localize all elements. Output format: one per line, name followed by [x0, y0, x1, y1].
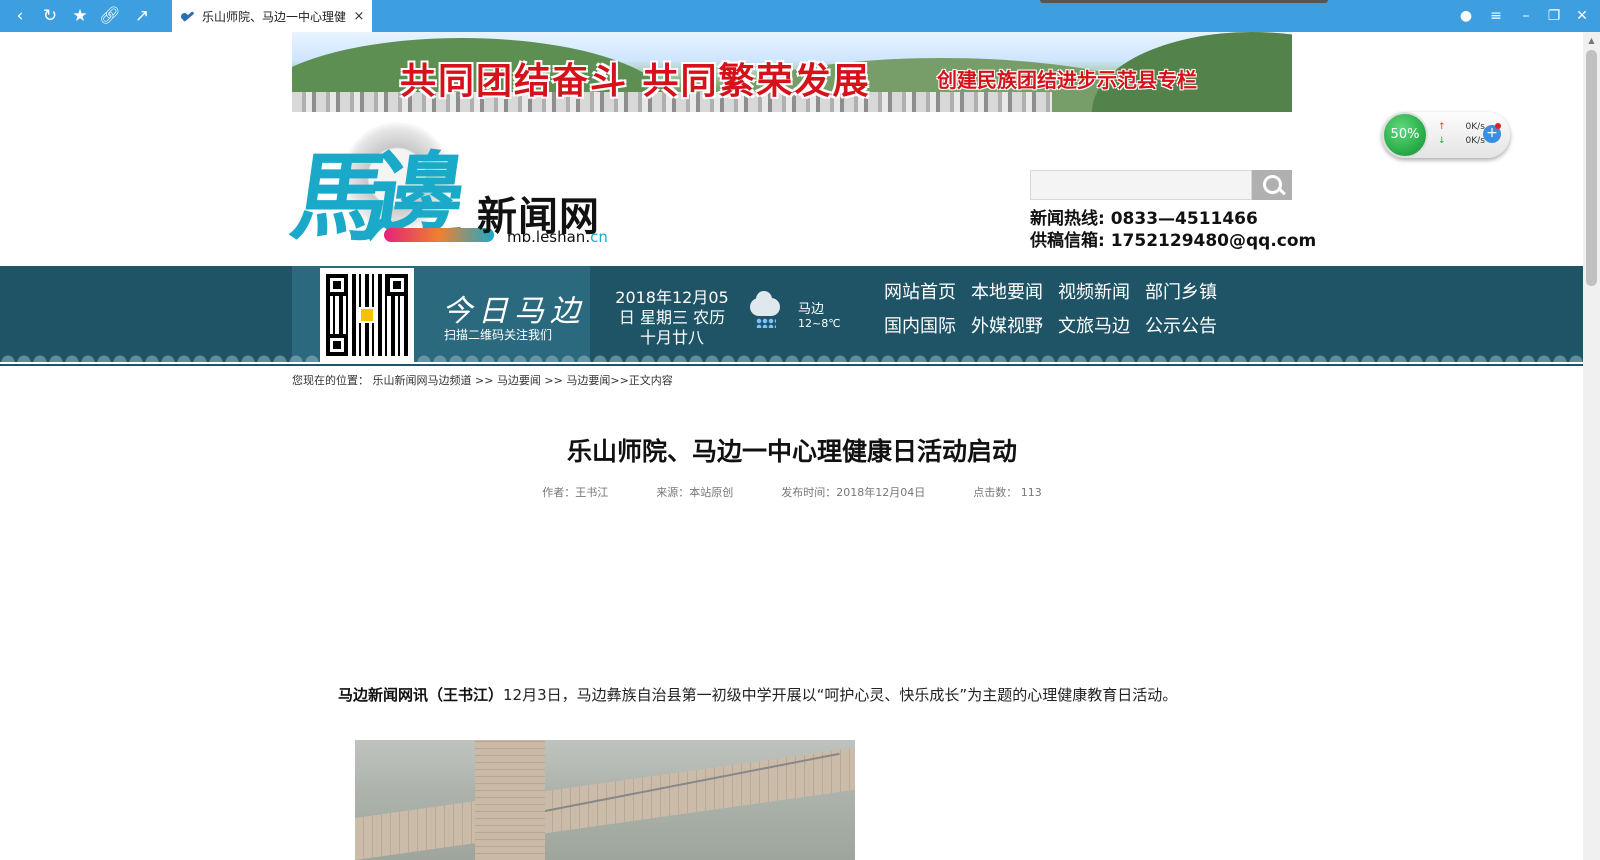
upload-speed: ↑ 0K/s — [1438, 122, 1485, 132]
news-hotline: 新闻热线: 0833—4511466 — [1030, 209, 1258, 229]
banner-sub-slogan: 创建民族团结进步示范县专栏 — [937, 68, 1197, 92]
tab-title: 乐山师院、马边一中心理健 — [202, 9, 347, 24]
network-speed-widget[interactable]: 50% ↑ 0K/s ↓ 0K/s + — [1382, 112, 1510, 158]
menu-item-video-news[interactable]: 视频新闻 — [1058, 282, 1145, 304]
scroll-up-icon[interactable]: ▲ — [1583, 32, 1600, 49]
browser-tab[interactable]: 乐山师院、马边一中心理健 × — [172, 0, 372, 32]
article-photo — [355, 740, 855, 860]
restore-icon[interactable]: ❐ — [1542, 4, 1566, 28]
breadcrumb-item-news[interactable]: 马边要闻 — [497, 374, 541, 387]
weather-city: 马边 — [798, 302, 825, 317]
account-icon[interactable]: ● — [1454, 4, 1478, 28]
close-icon[interactable]: ✕ — [1570, 4, 1594, 28]
menu-item-foreign-media[interactable]: 外媒视野 — [971, 316, 1058, 338]
qr-code-image — [320, 268, 414, 362]
contact-info: 新闻热线: 0833—4511466 供稿信箱: 1752129480@qq.c… — [1030, 208, 1316, 252]
refresh-icon[interactable]: ↻ — [38, 4, 62, 28]
submission-email: 供稿信箱: 1752129480@qq.com — [1030, 231, 1317, 251]
nav-band — [0, 266, 1583, 362]
banner-slogan: 共同团结奋斗 共同繁荣发展 — [400, 61, 871, 102]
minimize-icon[interactable]: – — [1514, 4, 1538, 28]
link-icon[interactable]: 🔗︎ — [98, 4, 122, 28]
weather-temp: 12~8℃ — [798, 317, 841, 330]
notification-dot — [1495, 123, 1501, 129]
download-speed: ↓ 0K/s — [1438, 136, 1485, 146]
breadcrumb-item-channel[interactable]: 乐山新闻网马边频道 — [373, 374, 472, 387]
today-subtitle: 扫描二维码关注我们 — [444, 328, 553, 342]
arrow-down-icon: ↓ — [1438, 136, 1446, 146]
page-scrollbar[interactable]: ▲ — [1583, 32, 1600, 860]
article-meta: 作者：王书江 来源：本站原创 发布时间：2018年12月04日 点击数： 113 — [292, 484, 1292, 500]
article-author: 作者：王书江 — [542, 486, 609, 499]
article-views: 点击数： 113 — [973, 486, 1042, 499]
rain-cloud-icon — [748, 291, 782, 332]
menu-item-departments[interactable]: 部门乡镇 — [1145, 282, 1232, 304]
article-date: 发布时间：2018年12月04日 — [781, 486, 926, 499]
search-box — [1030, 170, 1292, 200]
menu-item-announcements[interactable]: 公示公告 — [1145, 316, 1232, 338]
arrow-up-icon: ↑ — [1438, 122, 1446, 132]
share-icon[interactable]: ↗ — [130, 4, 154, 28]
menu-icon[interactable]: ≡ — [1484, 4, 1508, 28]
search-input[interactable] — [1030, 170, 1252, 200]
back-icon[interactable]: ‹ — [8, 4, 32, 28]
site-logo[interactable]: 馬邊 新闻网 mb.leshan.cn — [285, 120, 614, 256]
article-lead: 马边新闻网讯（王书江）12月3日，马边彝族自治县第一初级中学开展以“呵护心灵、快… — [338, 686, 1178, 704]
menu-item-culture-travel[interactable]: 文旅马边 — [1058, 316, 1145, 338]
main-menu: 网站首页 本地要闻 视频新闻 部门乡镇 国内国际 外媒视野 文旅马边 公示公告 — [884, 282, 1244, 338]
bookmark-icon[interactable]: ★ — [68, 4, 92, 28]
article-source: 来源：本站原创 — [656, 486, 734, 499]
current-date: 2018年12月05 日 星期三 农历 十月廿八 — [615, 288, 729, 347]
menu-item-home[interactable]: 网站首页 — [884, 282, 971, 304]
tab-favicon-icon — [180, 8, 196, 24]
memory-usage-ring[interactable]: 50% — [1382, 112, 1428, 158]
scroll-thumb[interactable] — [1586, 50, 1597, 286]
top-banner[interactable]: 共同团结奋斗 共同繁荣发展 创建民族团结进步示范县专栏 — [292, 32, 1292, 112]
today-title: 今日马边 — [442, 294, 586, 329]
breadcrumb-item-news-2[interactable]: 马边要闻 — [566, 374, 610, 387]
tab-dropdown-indicator — [1040, 0, 1328, 3]
search-icon[interactable] — [1252, 170, 1292, 200]
article-title: 乐山师院、马边一中心理健康日活动启动 — [566, 437, 1017, 466]
divider — [0, 364, 1583, 366]
menu-item-local-news[interactable]: 本地要闻 — [971, 282, 1058, 304]
breadcrumb: 您现在的位置： 乐山新闻网马边频道 >> 马边要闻 >> 马边要闻>>正文内容 — [292, 374, 673, 387]
menu-item-domestic-intl[interactable]: 国内国际 — [884, 316, 971, 338]
browser-toolbar: ‹ ↻ ★ 🔗︎ ↗ 乐山师院、马边一中心理健 × ● ≡ – ❐ ✕ — [0, 0, 1600, 32]
tab-close-icon[interactable]: × — [352, 9, 366, 24]
logo-domain: mb.leshan.cn — [507, 228, 608, 246]
